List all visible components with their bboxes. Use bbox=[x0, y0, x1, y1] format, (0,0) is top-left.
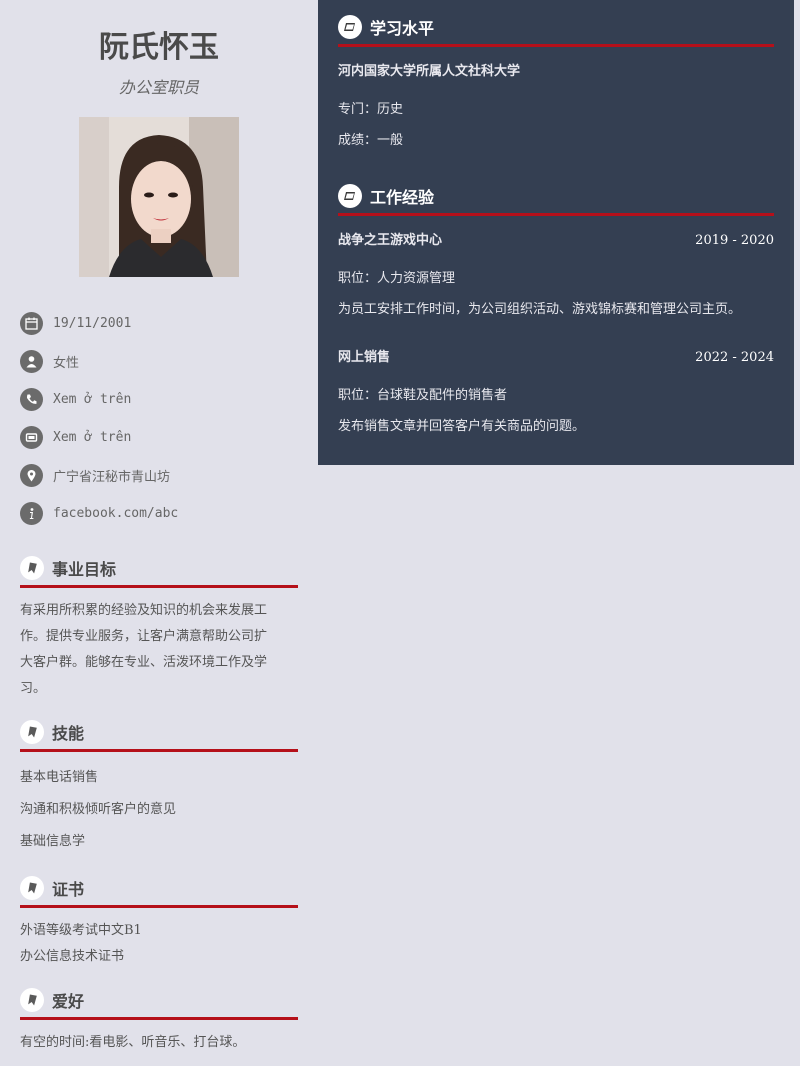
skill-item: 基本电话销售 bbox=[20, 770, 99, 785]
certificates-list: 外语等级考试中文B1 办公信息技术证书 bbox=[20, 918, 142, 970]
skills-header: 技能 bbox=[20, 720, 84, 744]
education-header: 学习水平 bbox=[338, 15, 434, 39]
certificate-item: 办公信息技术证书 bbox=[20, 949, 125, 964]
location-icon bbox=[20, 463, 43, 487]
hobbies-header: 爱好 bbox=[20, 988, 84, 1012]
hobbies-title: 爱好 bbox=[52, 992, 85, 1011]
career-goal-line: 作。提供专业服务，让客户满意帮助公司扩 bbox=[20, 629, 268, 644]
bookmark-icon bbox=[20, 988, 44, 1012]
skill-item: 沟通和积极倾听客户的意见 bbox=[20, 802, 177, 817]
email-icon bbox=[20, 425, 43, 449]
job-period: 2019 - 2020 bbox=[695, 233, 774, 248]
certificate-item: 外语等级考试中文B1 bbox=[20, 923, 142, 938]
career-goal-line: 有采用所积累的经验及知识的机会来发展工 bbox=[20, 603, 268, 618]
email-text: Xem ở trên bbox=[53, 429, 132, 445]
skill-item: 基础信息学 bbox=[20, 834, 86, 849]
section-divider bbox=[338, 213, 774, 216]
hobbies-text: 有空的时间:看电影、听音乐、打台球。 bbox=[20, 1035, 246, 1050]
phone-text: Xem ở trên bbox=[53, 391, 132, 407]
certificates-header: 证书 bbox=[20, 876, 84, 900]
contact-phone: Xem ở trên bbox=[20, 387, 131, 411]
experience-title: 工作经验 bbox=[370, 188, 435, 207]
contact-gender: 女性 bbox=[20, 349, 79, 373]
job-company: 网上销售 bbox=[338, 350, 391, 365]
career-goal-title: 事业目标 bbox=[52, 560, 117, 579]
career-goal-header: 事业目标 bbox=[20, 556, 116, 580]
job-company: 战争之王游戏中心 bbox=[338, 233, 443, 248]
skills-list: 基本电话销售 沟通和积极倾听客户的意见 基础信息学 bbox=[20, 762, 176, 858]
job-title: 办公室职员 bbox=[118, 78, 199, 97]
job-position: 职位：人力资源管理 bbox=[338, 271, 456, 286]
section-divider bbox=[20, 1017, 298, 1020]
birthdate-text: 19/11/2001 bbox=[53, 315, 132, 331]
portrait-image bbox=[79, 117, 239, 277]
person-icon bbox=[20, 349, 43, 373]
job-period: 2022 - 2024 bbox=[695, 350, 774, 365]
section-divider bbox=[20, 749, 298, 752]
candidate-name: 阮氏怀玉 bbox=[99, 30, 219, 65]
section-divider bbox=[20, 905, 298, 908]
profile-photo bbox=[79, 117, 239, 277]
section-divider bbox=[338, 44, 774, 47]
bookmark-icon bbox=[20, 556, 44, 580]
certificates-title: 证书 bbox=[52, 880, 85, 899]
education-title: 学习水平 bbox=[370, 19, 435, 38]
skills-title: 技能 bbox=[52, 724, 85, 743]
contact-social: facebook.com/abc bbox=[20, 501, 178, 525]
career-goal-line: 大客户群。能够在专业、活泼环境工作及学 bbox=[20, 655, 268, 670]
phone-icon bbox=[20, 387, 43, 411]
section-divider bbox=[20, 585, 298, 588]
book-icon bbox=[338, 15, 362, 39]
calendar-icon bbox=[20, 311, 43, 335]
gender-text: 女性 bbox=[53, 355, 80, 371]
school-name: 河内国家大学所属人文社科大学 bbox=[338, 64, 521, 79]
job-position: 职位：台球鞋及配件的销售者 bbox=[338, 388, 508, 403]
career-goal-line: 习。 bbox=[20, 681, 47, 696]
contact-birthdate: 19/11/2001 bbox=[20, 311, 131, 335]
job-description: 发布销售文章并回答客户有关商品的问题。 bbox=[338, 419, 586, 434]
education-major: 专门：历史 bbox=[338, 102, 404, 117]
main-panel: 学习水平 河内国家大学所属人文社科大学 专门：历史 成绩：一般 工作经验 战争之… bbox=[318, 0, 794, 465]
address-text: 广宁省汪秘市青山坊 bbox=[53, 469, 171, 485]
education-grade: 成绩：一般 bbox=[338, 133, 404, 148]
job-description: 为员工安排工作时间，为公司组织活动、游戏锦标赛和管理公司主页。 bbox=[338, 302, 742, 317]
contact-address: 广宁省汪秘市青山坊 bbox=[20, 463, 170, 487]
bookmark-icon bbox=[20, 720, 44, 744]
bookmark-icon bbox=[20, 876, 44, 900]
social-text: facebook.com/abc bbox=[53, 505, 179, 521]
left-sidebar: 阮氏怀玉 办公室职员 19/11/2001 女性 Xem ở trên Xem … bbox=[0, 0, 318, 1066]
book-icon bbox=[338, 184, 362, 208]
career-goal-text: 有采用所积累的经验及知识的机会来发展工 作。提供专业服务，让客户满意帮助公司扩 … bbox=[20, 598, 305, 702]
contact-email: Xem ở trên bbox=[20, 425, 131, 449]
info-icon bbox=[20, 501, 43, 525]
experience-header: 工作经验 bbox=[338, 184, 434, 208]
